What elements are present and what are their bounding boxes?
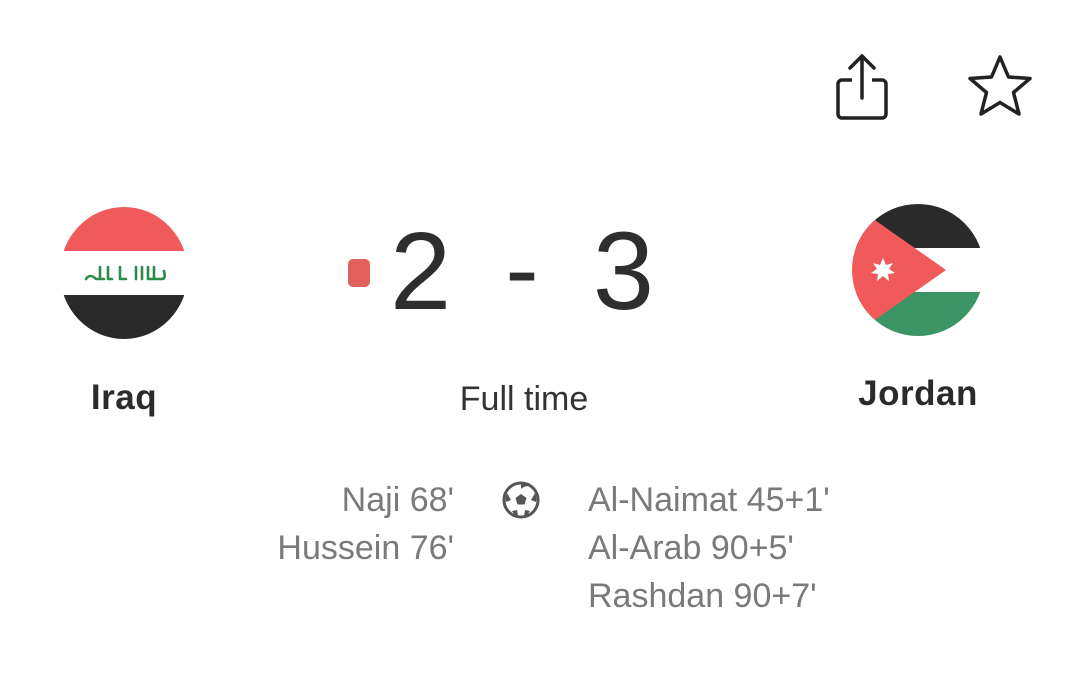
match-card: Iraq Jordan 2 - 3 Full time Naji 68' Hus… xyxy=(0,0,1082,694)
share-button[interactable] xyxy=(826,46,898,126)
away-scorer-item: Al-Arab 90+5' xyxy=(588,529,794,567)
star-outline-icon xyxy=(968,55,1032,116)
home-team-name[interactable]: Iraq xyxy=(60,378,188,418)
score-separator: - xyxy=(505,213,539,325)
match-status: Full time xyxy=(459,380,589,418)
home-scorers-list: Naji 68' Hussein 76' xyxy=(277,476,454,572)
away-scorer-item: Rashdan 90+7' xyxy=(588,577,817,615)
scoreline: 2 - 3 xyxy=(390,212,654,332)
red-card-indicator xyxy=(348,259,370,287)
home-scorer-item: Naji 68' xyxy=(341,481,454,519)
jordan-flag-icon[interactable] xyxy=(852,204,984,336)
favorite-button[interactable] xyxy=(962,50,1038,122)
away-score: 3 xyxy=(592,210,654,333)
soccer-ball-icon xyxy=(502,481,540,519)
away-scorer-item: Al-Naimat 45+1' xyxy=(588,481,830,519)
iraq-flag-icon[interactable] xyxy=(60,207,188,339)
home-score: 2 xyxy=(390,210,452,333)
share-icon xyxy=(836,54,888,120)
away-scorers-list: Al-Naimat 45+1' Al-Arab 90+5' Rashdan 90… xyxy=(588,476,830,620)
away-team-name[interactable]: Jordan xyxy=(852,374,984,414)
home-scorer-item: Hussein 76' xyxy=(277,529,454,567)
